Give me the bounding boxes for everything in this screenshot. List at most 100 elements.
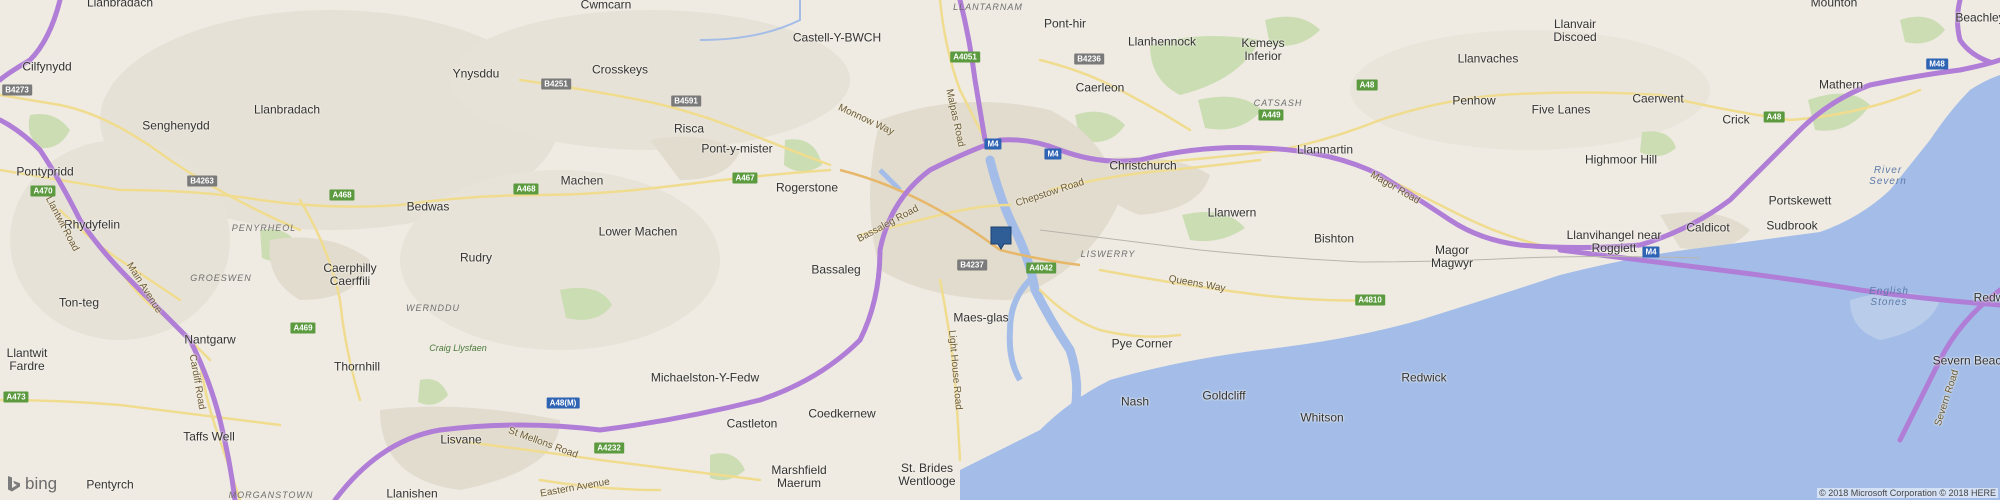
road-shield-a48-1: A48: [1356, 79, 1378, 91]
road-shield-a469: A469: [290, 322, 316, 334]
place-label-highmoor-hill[interactable]: Highmoor Hill: [1585, 153, 1657, 167]
place-label-kemeys-inferior[interactable]: Kemeys Inferior: [1241, 37, 1284, 63]
place-label-redwick-east[interactable]: Redw: [1974, 291, 2000, 305]
place-label-penhow[interactable]: Penhow: [1452, 94, 1495, 108]
place-label-bishton[interactable]: Bishton: [1314, 232, 1354, 246]
place-label-ton-teg[interactable]: Ton-teg: [59, 296, 99, 310]
place-label-five-lanes[interactable]: Five Lanes: [1532, 103, 1591, 117]
place-label-senghenydd[interactable]: Senghenydd: [142, 119, 209, 133]
place-label-llanwern[interactable]: Llanwern: [1208, 206, 1257, 220]
road-shield-b4273: B4273: [2, 84, 32, 96]
place-label-llanmartin[interactable]: Llanmartin: [1297, 143, 1353, 157]
road-shield-a4042: A4042: [1026, 262, 1056, 274]
place-label-machen[interactable]: Machen: [561, 174, 604, 188]
road-shield-a4051: A4051: [950, 51, 980, 63]
place-label-pont-y-mister[interactable]: Pont-y-mister: [701, 142, 772, 156]
place-label-llanvair-discoed[interactable]: Llanvair Discoed: [1553, 18, 1596, 44]
water-label-english-stones: English Stones: [1869, 286, 1909, 308]
place-label-rogerstone[interactable]: Rogerstone: [776, 181, 838, 195]
district-label-wernddu: WERNDDU: [406, 303, 460, 313]
place-label-coedkernew[interactable]: Coedkernew: [808, 407, 875, 421]
road-shield-a468-1: A468: [329, 189, 355, 201]
district-label-liswerry: LISWERRY: [1080, 249, 1136, 259]
place-label-mounton[interactable]: Mounton: [1811, 0, 1858, 10]
road-shield-a4810: A4810: [1355, 294, 1385, 306]
copyright-notice: © 2018 Microsoft Corporation © 2018 HERE: [1817, 488, 1998, 498]
place-label-caldicot[interactable]: Caldicot: [1686, 221, 1729, 235]
place-label-bedwas[interactable]: Bedwas: [407, 200, 450, 214]
place-label-severn-beach[interactable]: Severn Beac: [1933, 354, 2000, 368]
place-label-rhydyfelin[interactable]: Rhydyfelin: [64, 218, 120, 232]
bing-icon: [8, 476, 20, 492]
place-label-llanishen[interactable]: Llanishen: [386, 487, 437, 500]
place-label-nantgarw[interactable]: Nantgarw: [184, 333, 235, 347]
place-label-llanbradach[interactable]: Llanbradach: [254, 103, 320, 117]
place-label-llanhennock[interactable]: Llanhennock: [1128, 35, 1196, 49]
brand-text: bing: [25, 474, 58, 493]
place-label-pentyrch[interactable]: Pentyrch: [86, 478, 133, 492]
road-shield-b4591: B4591: [671, 95, 701, 107]
place-label-castell-y-bwch[interactable]: Castell-Y-BWCH: [793, 31, 881, 45]
district-label-morganstown: MORGANSTOWN: [228, 490, 314, 500]
place-label-portskewett[interactable]: Portskewett: [1769, 194, 1832, 208]
place-label-pontypridd[interactable]: Pontypridd: [16, 165, 73, 179]
road-shield-m48: M48: [1926, 58, 1948, 70]
place-label-redwick[interactable]: Redwick: [1401, 371, 1446, 385]
place-label-michaelston-y-fedw[interactable]: Michaelston-Y-Fedw: [651, 371, 759, 385]
place-label-thornhill[interactable]: Thornhill: [334, 360, 380, 374]
place-label-cilfynydd[interactable]: Cilfynydd: [22, 60, 71, 74]
place-label-marshfield-maerum[interactable]: Marshfield Maerum: [771, 464, 826, 490]
road-shield-a468-2: A468: [513, 183, 539, 195]
place-label-cwmcarn[interactable]: Cwmcarn: [581, 0, 632, 12]
place-label-crick[interactable]: Crick: [1722, 113, 1749, 127]
place-label-crosskeys[interactable]: Crosskeys: [592, 63, 648, 77]
place-label-bassaleg[interactable]: Bassaleg: [811, 263, 860, 277]
place-label-sudbrook[interactable]: Sudbrook: [1766, 219, 1817, 233]
place-label-llanbradach-top[interactable]: Llanbradach: [87, 0, 153, 10]
road-shield-b4236: B4236: [1074, 53, 1104, 65]
place-label-lisvane[interactable]: Lisvane: [440, 433, 481, 447]
place-label-risca[interactable]: Risca: [674, 122, 704, 136]
place-label-whitson[interactable]: Whitson: [1300, 411, 1343, 425]
road-shield-b4263: B4263: [187, 175, 217, 187]
place-label-caerleon[interactable]: Caerleon: [1076, 81, 1125, 95]
bing-logo[interactable]: bing: [6, 474, 57, 494]
road-shield-a4232: A4232: [594, 442, 624, 454]
road-shield-m4-a: M4: [984, 138, 1002, 150]
location-pin[interactable]: [990, 226, 1012, 250]
water-label-river-severn: River Severn: [1869, 165, 1907, 187]
map-view[interactable]: Llanbradach Cwmcarn Mounton Beachley Castell…: [0, 0, 2000, 500]
place-label-ynysddu[interactable]: Ynysddu: [453, 67, 500, 81]
road-shield-a470: A470: [30, 185, 56, 197]
road-shield-m4-c: M4: [1642, 246, 1660, 258]
place-label-llanvaches[interactable]: Llanvaches: [1458, 52, 1519, 66]
place-label-castleton[interactable]: Castleton: [727, 417, 778, 431]
place-label-magor-magwyr[interactable]: Magor Magwyr: [1431, 244, 1473, 270]
place-label-nash[interactable]: Nash: [1121, 395, 1149, 409]
road-shield-a467: A467: [732, 172, 758, 184]
district-label-llantarnam: LLANTARNAM: [953, 2, 1023, 12]
pin-icon: [990, 226, 1012, 250]
place-label-lower-machen[interactable]: Lower Machen: [599, 225, 678, 239]
place-label-taffs-well[interactable]: Taffs Well: [183, 430, 235, 444]
district-label-penyrheol: PENYRHEOL: [231, 223, 297, 233]
place-label-rudry[interactable]: Rudry: [460, 251, 492, 265]
place-label-maes-glas[interactable]: Maes-glas: [953, 311, 1008, 325]
road-shield-b4251: B4251: [541, 78, 571, 90]
place-label-pont-hir[interactable]: Pont-hir: [1044, 17, 1086, 31]
place-label-christchurch[interactable]: Christchurch: [1109, 159, 1176, 173]
road-shield-b4237: B4237: [957, 259, 987, 271]
place-label-st-brides-wentlooge[interactable]: St. Brides Wentlooge: [898, 462, 955, 488]
place-label-mathern[interactable]: Mathern: [1819, 78, 1863, 92]
landmark-label-craig-llysfaen: Craig Llysfaen: [429, 343, 487, 353]
road-shield-m4-b: M4: [1044, 148, 1062, 160]
place-label-beachley[interactable]: Beachley: [1955, 11, 2000, 25]
place-label-caerphilly[interactable]: Caerphilly Caerffili: [323, 262, 376, 288]
place-label-pye-corner[interactable]: Pye Corner: [1112, 337, 1173, 351]
place-label-goldcliff[interactable]: Goldcliff: [1202, 389, 1245, 403]
district-label-groeswen: GROESWEN: [190, 273, 252, 283]
place-label-caerwent[interactable]: Caerwent: [1632, 92, 1683, 106]
place-label-llantwit-fardre[interactable]: Llantwit Fardre: [7, 347, 48, 373]
road-shield-a449: A449: [1258, 109, 1284, 121]
district-label-catsash: CATSASH: [1253, 98, 1303, 108]
